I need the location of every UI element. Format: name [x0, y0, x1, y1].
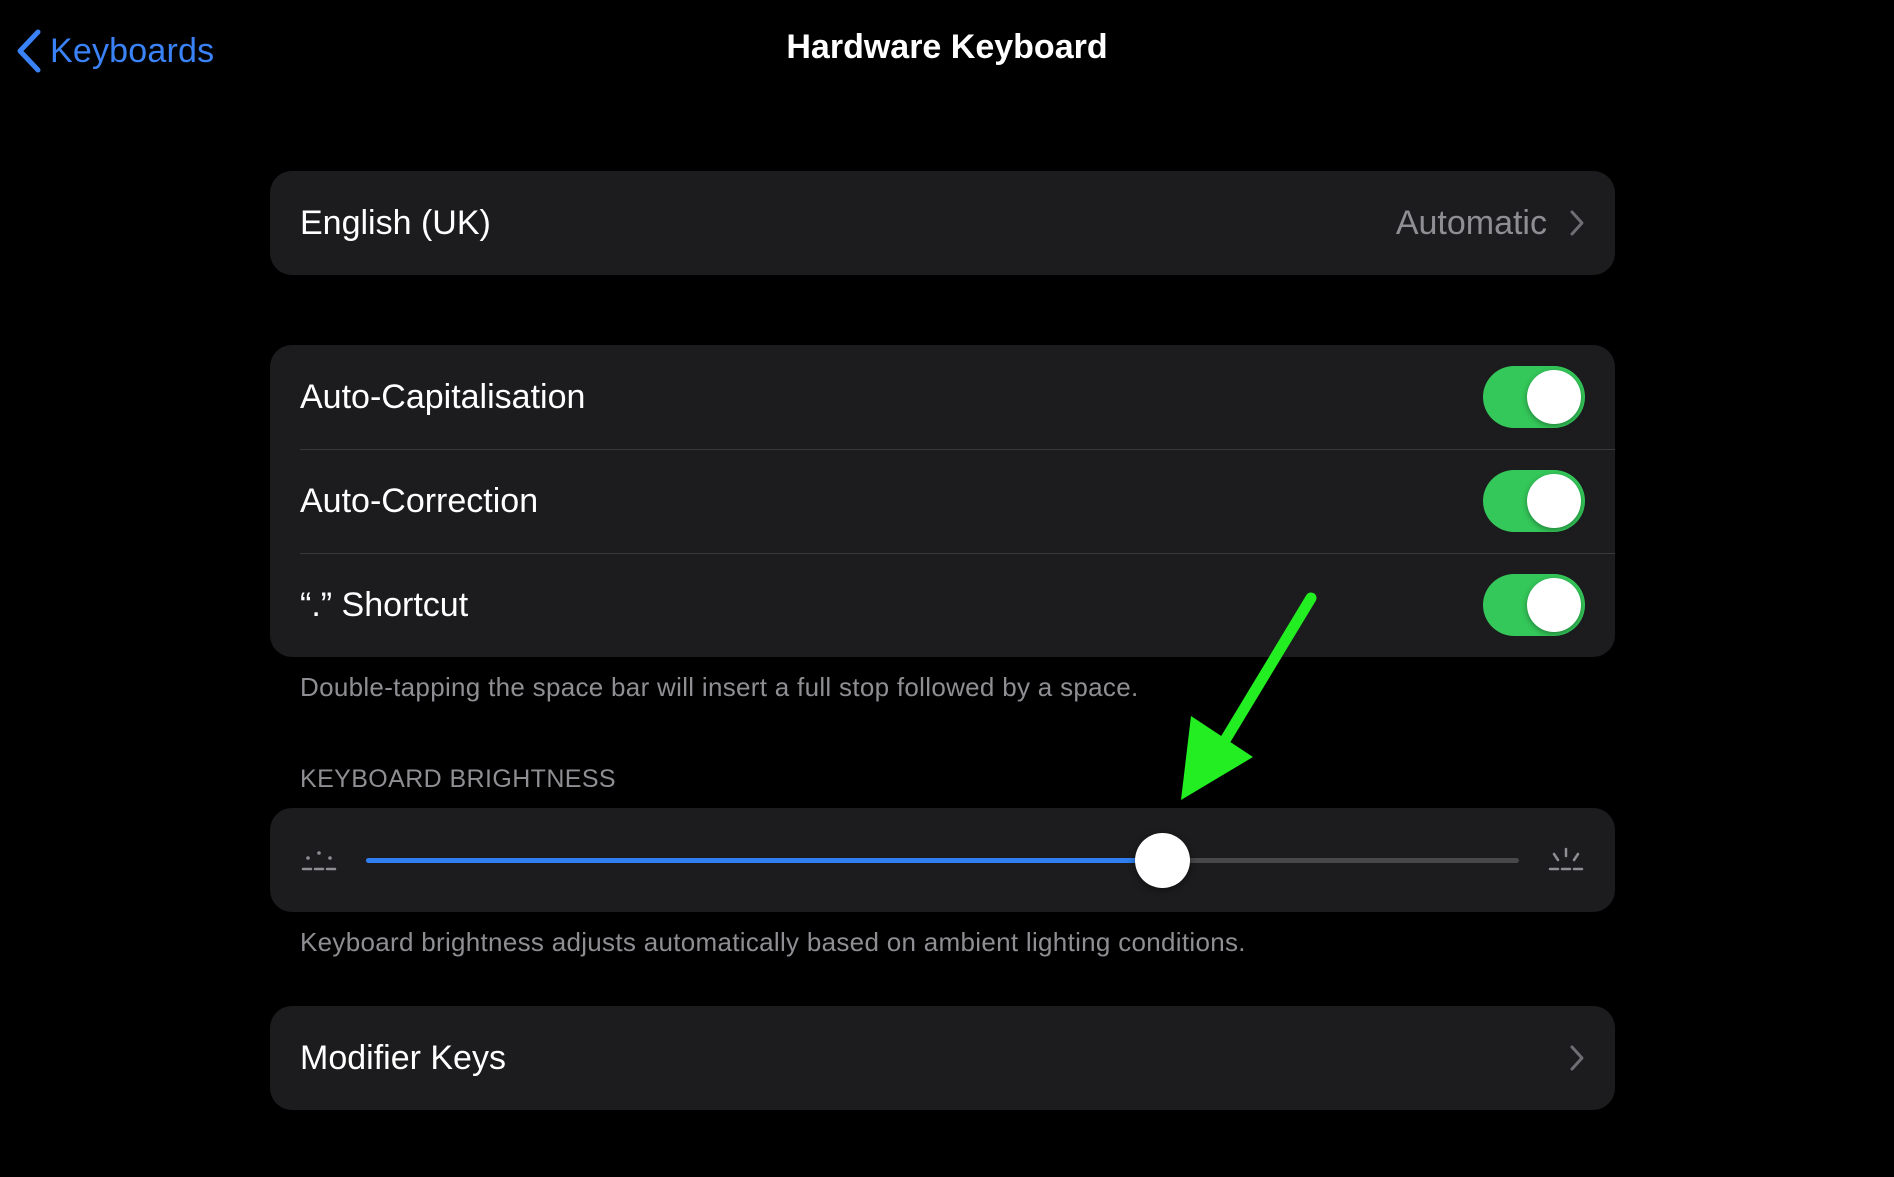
row-label: Auto-Capitalisation	[300, 377, 586, 416]
row-label: “.” Shortcut	[300, 585, 469, 624]
chevron-right-icon	[1570, 1045, 1584, 1071]
modifier-keys-group: Modifier Keys	[270, 1006, 1615, 1110]
row-label: Modifier Keys	[300, 1038, 506, 1077]
row-period-shortcut: “.” Shortcut	[270, 553, 1615, 657]
brightness-group	[270, 808, 1615, 912]
slider-thumb[interactable]	[1134, 833, 1190, 888]
toggle-knob	[1527, 370, 1581, 424]
toggle-knob	[1527, 474, 1581, 528]
auto-capitalisation-toggle[interactable]	[1483, 366, 1585, 428]
period-shortcut-footer: Double-tapping the space bar will insert…	[300, 672, 1139, 702]
row-value: Automatic	[1395, 203, 1547, 242]
brightness-high-icon	[1548, 847, 1584, 871]
row-label: Auto-Correction	[300, 481, 539, 520]
row-auto-capitalisation: Auto-Capitalisation	[270, 345, 1615, 449]
chevron-right-icon	[1570, 210, 1584, 236]
brightness-footer: Keyboard brightness adjusts automaticall…	[300, 927, 1246, 957]
keyboard-brightness-header: KEYBOARD BRIGHTNESS	[300, 765, 616, 793]
brightness-low-icon	[301, 851, 337, 871]
typing-options-group: Auto-Capitalisation Auto-Correction “.” …	[270, 345, 1615, 657]
row-english-uk[interactable]: English (UK) Automatic	[270, 171, 1615, 275]
slider-fill	[366, 858, 1162, 863]
brightness-slider[interactable]	[366, 830, 1519, 890]
period-shortcut-toggle[interactable]	[1483, 574, 1585, 636]
auto-correction-toggle[interactable]	[1483, 470, 1585, 532]
row-modifier-keys[interactable]: Modifier Keys	[270, 1006, 1615, 1110]
brightness-slider-row	[270, 808, 1615, 912]
row-auto-correction: Auto-Correction	[270, 449, 1615, 553]
navigation-bar: Keyboards Hardware Keyboard	[0, 0, 1894, 102]
language-group: English (UK) Automatic	[270, 171, 1615, 275]
row-label: English (UK)	[300, 203, 491, 242]
toggle-knob	[1527, 578, 1581, 632]
page-title: Hardware Keyboard	[786, 28, 1108, 66]
